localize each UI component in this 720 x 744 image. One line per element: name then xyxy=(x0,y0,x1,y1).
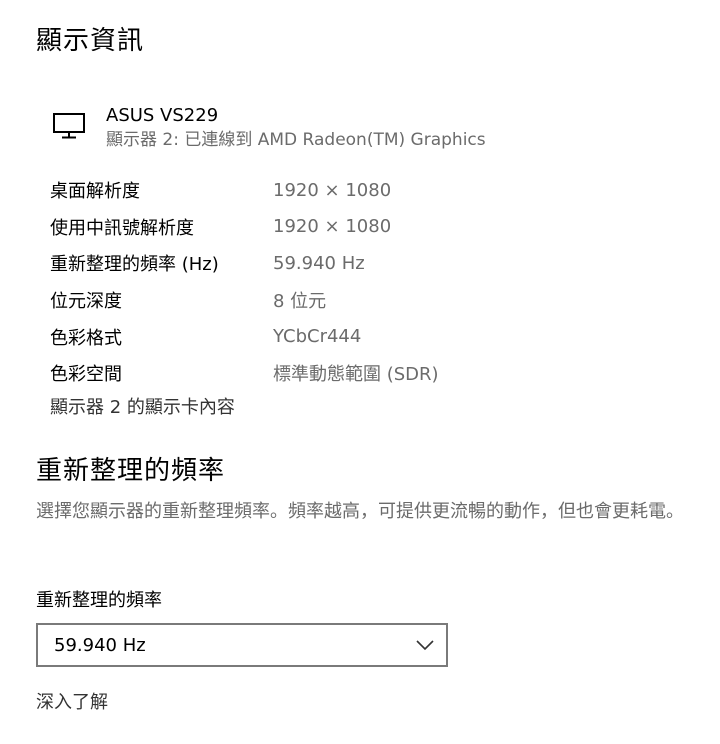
info-key: 色彩格式 xyxy=(50,327,122,349)
monitor-icon xyxy=(53,113,85,139)
monitor-name: ASUS VS229 xyxy=(106,105,219,126)
info-row-color-space: 色彩空間 標準動態範圍 (SDR) xyxy=(50,355,510,392)
info-row-bit-depth: 位元深度 8 位元 xyxy=(50,282,510,319)
display-info-table: 桌面解析度 1920 × 1080 使用中訊號解析度 1920 × 1080 重… xyxy=(50,172,510,392)
monitor-connection: 顯示器 2: 已連線到 AMD Radeon(TM) Graphics xyxy=(106,130,486,150)
page-title: 顯示資訊 xyxy=(36,26,145,56)
monitor-header: ASUS VS229 顯示器 2: 已連線到 AMD Radeon(TM) Gr… xyxy=(52,104,486,152)
refresh-rate-selected-value: 59.940 Hz xyxy=(54,634,146,656)
info-value: 8 位元 xyxy=(273,291,327,313)
info-row-desktop-resolution: 桌面解析度 1920 × 1080 xyxy=(50,172,510,209)
refresh-rate-dropdown[interactable]: 59.940 Hz xyxy=(36,623,448,667)
info-value: 1920 × 1080 xyxy=(273,216,392,238)
refresh-rate-section-title: 重新整理的頻率 xyxy=(36,456,226,486)
info-value: YCbCr444 xyxy=(273,326,362,348)
chevron-down-icon xyxy=(416,640,434,651)
info-key: 重新整理的頻率 (Hz) xyxy=(50,254,219,276)
info-row-active-signal-resolution: 使用中訊號解析度 1920 × 1080 xyxy=(50,209,510,246)
info-key: 位元深度 xyxy=(50,291,122,313)
monitor-text: ASUS VS229 顯示器 2: 已連線到 AMD Radeon(TM) Gr… xyxy=(106,104,486,152)
info-key: 色彩空間 xyxy=(50,364,122,386)
info-key: 桌面解析度 xyxy=(50,181,140,203)
refresh-rate-label: 重新整理的頻率 xyxy=(36,590,162,611)
info-key: 使用中訊號解析度 xyxy=(50,217,194,239)
info-value: 59.940 Hz xyxy=(273,252,365,274)
display-adapter-properties-link[interactable]: 顯示器 2 的顯示卡內容 xyxy=(50,393,235,419)
info-row-color-format: 色彩格式 YCbCr444 xyxy=(50,318,510,355)
learn-more-link[interactable]: 深入了解 xyxy=(36,688,108,714)
info-value: 標準動態範圍 (SDR) xyxy=(273,364,439,386)
refresh-rate-description: 選擇您顯示器的重新整理頻率。頻率越高，可提供更流暢的動作，但也會更耗電。 xyxy=(36,501,684,522)
info-row-refresh-rate: 重新整理的頻率 (Hz) 59.940 Hz xyxy=(50,245,510,282)
info-value: 1920 × 1080 xyxy=(273,179,392,201)
